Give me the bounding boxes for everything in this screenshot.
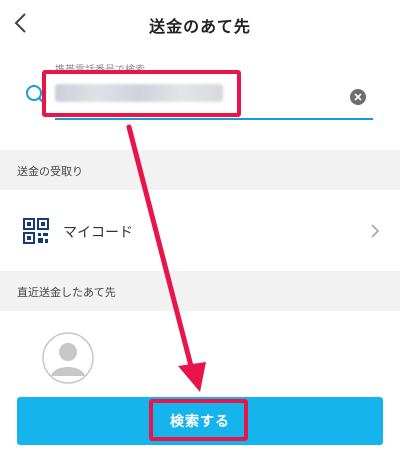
search-input-underline <box>55 118 373 120</box>
close-icon <box>354 93 362 101</box>
user-avatar-icon[interactable] <box>42 332 94 384</box>
section-header-receive: 送金の受取り <box>0 150 400 190</box>
search-icon <box>26 85 47 106</box>
page-title: 送金のあて先 <box>149 17 251 36</box>
search-field-label: 携帯電話番号で検索 <box>55 65 145 76</box>
section-title-recent: 直近送金したあて先 <box>17 286 116 299</box>
phone-search-area: 携帯電話番号で検索 <box>0 48 400 144</box>
section-title-receive: 送金の受取り <box>17 165 83 178</box>
section-header-recent: 直近送金したあて先 <box>0 271 400 311</box>
recent-recipients <box>0 311 400 411</box>
search-button-label: 検索する <box>170 414 230 430</box>
my-code-label: マイコード <box>63 225 133 241</box>
my-code-row[interactable]: マイコード <box>0 190 400 271</box>
search-button[interactable]: 検索する <box>17 397 383 445</box>
qr-code-icon <box>23 218 49 244</box>
phone-search-input[interactable] <box>55 78 349 108</box>
clear-input-button[interactable] <box>350 89 366 105</box>
app-header: 送金のあて先 <box>0 0 400 49</box>
chevron-right-icon <box>371 224 380 238</box>
